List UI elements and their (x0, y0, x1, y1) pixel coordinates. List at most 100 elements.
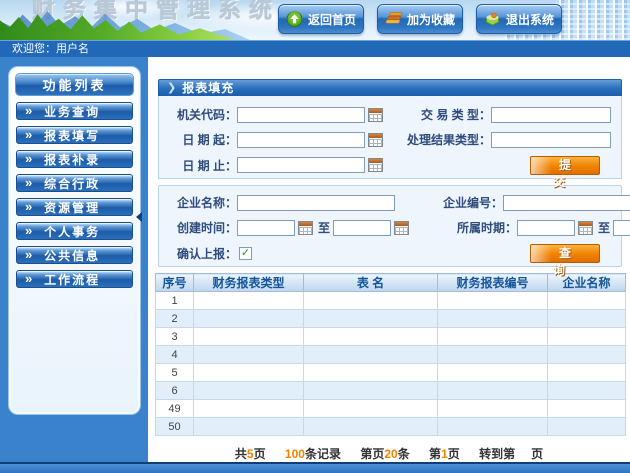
double-chevron-icon: » (17, 104, 32, 119)
table-row[interactable]: 6 (156, 382, 626, 400)
sidebar-item-business-query[interactable]: » 业务查询 (16, 102, 133, 120)
cell (194, 328, 304, 346)
cell (438, 364, 548, 382)
exit-system-button[interactable]: 退出系统 (476, 4, 562, 34)
trade-type-input[interactable] (491, 107, 611, 123)
welcome-text: 欢迎您：用户名 (12, 43, 89, 55)
table-row[interactable]: 1 (156, 292, 626, 310)
header-table-name: 表 名 (304, 274, 438, 292)
form-row: 确认上报： 查 询 (159, 240, 621, 266)
org-code-label: 机关代码： (159, 106, 237, 123)
cell (548, 328, 626, 346)
double-chevron-icon: » (17, 224, 32, 239)
submit-button[interactable]: 提 交 (530, 156, 600, 175)
org-code-input[interactable] (237, 107, 365, 123)
cell (194, 364, 304, 382)
date-to-input[interactable] (237, 157, 365, 173)
to-label: 至 (318, 219, 330, 236)
double-chevron-icon: » (17, 152, 32, 167)
section-title: 报表填充 (182, 79, 234, 96)
sidebar-item-public-info[interactable]: » 公共信息 (16, 246, 133, 264)
confirm-report-label: 确认上报： (159, 245, 237, 262)
calendar-picker-icon[interactable] (394, 221, 409, 235)
calendar-picker-icon[interactable] (298, 221, 313, 235)
cell (304, 364, 438, 382)
date-to-label: 日 期 止： (159, 157, 237, 174)
results-table: 序号 财务报表类型 表 名 财务报表编号 企业名称 1 2 3 4 5 6 49… (155, 273, 626, 436)
create-time-from-input[interactable] (237, 220, 295, 236)
welcome-bar: 欢迎您：用户名 (0, 40, 630, 57)
cell (438, 292, 548, 310)
section-header-report-fill: ❯ 报表填充 (158, 79, 622, 96)
per-page-count: 第页20条 (360, 447, 409, 461)
date-from-input[interactable] (237, 132, 365, 148)
period-from-input[interactable] (517, 220, 575, 236)
sidebar-item-workflow[interactable]: » 工作流程 (16, 270, 133, 288)
calendar-picker-icon[interactable] (368, 158, 383, 172)
cell-seq: 50 (156, 418, 194, 436)
cell (194, 418, 304, 436)
double-chevron-icon: » (17, 128, 32, 143)
query-button[interactable]: 查 询 (530, 244, 600, 263)
period-to-input[interactable] (613, 220, 630, 236)
cell (194, 310, 304, 328)
total-pages: 共5页 (235, 447, 266, 461)
current-page: 第1页 (429, 447, 460, 461)
sidebar-item-resource[interactable]: » 资源管理 (16, 198, 133, 216)
double-chevron-icon: » (17, 200, 32, 215)
create-time-label: 创建时间： (159, 219, 237, 236)
add-favorite-label: 加为收藏 (407, 11, 455, 28)
cell-seq: 2 (156, 310, 194, 328)
chevron-right-icon: ❯ (167, 81, 177, 94)
record-count: 100条记录 (285, 447, 341, 461)
table-row[interactable]: 4 (156, 346, 626, 364)
date-from-label: 日 期 起： (159, 131, 237, 148)
create-time-to-input[interactable] (333, 220, 391, 236)
table-row[interactable]: 49 (156, 400, 626, 418)
enterprise-name-input[interactable] (237, 195, 395, 211)
sidebar-item-admin[interactable]: » 综合行政 (16, 174, 133, 192)
add-favorite-button[interactable]: 加为收藏 (377, 4, 463, 34)
form-row: 日 期 起： 处理结果类型： (159, 127, 621, 152)
cell (548, 382, 626, 400)
return-home-button[interactable]: 返回首页 (278, 4, 364, 34)
table-row[interactable]: 5 (156, 364, 626, 382)
table-row[interactable]: 2 (156, 310, 626, 328)
cell-seq: 4 (156, 346, 194, 364)
sidebar-item-personal[interactable]: » 个人事务 (16, 222, 133, 240)
cell (194, 346, 304, 364)
sidebar-collapse-arrow[interactable] (136, 212, 142, 222)
cell (548, 400, 626, 418)
return-home-label: 返回首页 (308, 11, 356, 28)
form-row: 日 期 止： 提 交 (159, 152, 621, 178)
enterprise-no-label: 企业编号： (395, 194, 503, 211)
to-label: 至 (598, 219, 610, 236)
confirm-report-checkbox[interactable] (239, 247, 252, 260)
calendar-picker-icon[interactable] (578, 221, 593, 235)
table-row[interactable]: 3 (156, 328, 626, 346)
enterprise-name-label: 企业名称： (159, 194, 237, 211)
cell-seq: 5 (156, 364, 194, 382)
sidebar-item-report-fill[interactable]: » 报表填写 (16, 126, 133, 144)
cell (438, 310, 548, 328)
form-row: 创建时间： 至 所属时期： 至 (159, 215, 621, 240)
enterprise-no-input[interactable] (503, 195, 630, 211)
double-chevron-icon: » (17, 248, 32, 263)
calendar-picker-icon[interactable] (368, 133, 383, 147)
cell (548, 364, 626, 382)
cell (438, 400, 548, 418)
cell (438, 382, 548, 400)
result-type-input[interactable] (491, 132, 611, 148)
sidebar-item-report-supplement[interactable]: » 报表补录 (16, 150, 133, 168)
cell (438, 328, 548, 346)
cell (548, 310, 626, 328)
cell (548, 346, 626, 364)
double-chevron-icon: » (17, 176, 32, 191)
table-row[interactable]: 50 (156, 418, 626, 436)
form-row: 企业名称： 企业编号： (159, 190, 621, 215)
calendar-picker-icon[interactable] (368, 108, 383, 122)
top-button-bar: 返回首页 加为收藏 退出系统 (278, 4, 562, 34)
search-form-lower: 企业名称： 企业编号： 创建时间： 至 所属时期： 至 (158, 185, 622, 267)
cell (438, 418, 548, 436)
sidebar-header: 功能列表 (15, 73, 134, 96)
